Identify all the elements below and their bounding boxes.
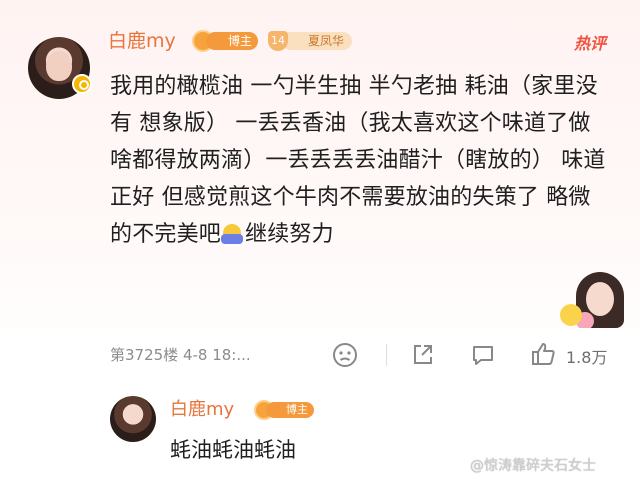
commenter-username[interactable]: 白鹿my	[108, 28, 176, 54]
comment-text-tail: 继续努力	[245, 222, 334, 247]
reply-fan-badge-label: 博主	[266, 402, 314, 418]
fan-badge: 博主	[192, 30, 262, 52]
reply-username[interactable]: 白鹿my	[170, 398, 234, 422]
level-badge: 夏凤华 14	[268, 31, 356, 51]
sticker-image[interactable]	[556, 268, 634, 328]
divider	[386, 344, 387, 366]
hot-comment-tag: 热评	[574, 34, 607, 53]
fan-badge-label: 博主	[206, 32, 258, 50]
reply-content: 蚝油蚝油蚝油	[170, 438, 296, 462]
level-badge-label: 夏凤华	[282, 32, 352, 50]
avatar-face	[46, 51, 72, 81]
comment-icon[interactable]	[470, 342, 496, 368]
like-count: 1.8万	[566, 348, 608, 367]
reply-fan-badge: 博主	[254, 400, 316, 420]
comment-text: 我用的橄榄油 一勺半生抽 半勺老抽 耗油（家里没有 想象版） 一丢丢香油（我太喜…	[110, 74, 606, 247]
reply-avatar[interactable]	[110, 396, 156, 442]
verified-badge-icon	[72, 74, 92, 94]
share-icon[interactable]	[410, 342, 436, 368]
watermark: @惊涛靠碎夫石女士	[470, 458, 596, 474]
level-number: 14	[268, 31, 288, 51]
emoji-icon	[221, 222, 245, 244]
comment-content: 我用的橄榄油 一勺半生抽 半勺老抽 耗油（家里没有 想象版） 一丢丢香油（我太喜…	[110, 68, 608, 253]
floor-and-time: 第3725楼 4-8 18:...	[110, 346, 251, 364]
thumbs-up-icon[interactable]	[530, 340, 558, 368]
emoji-react-icon[interactable]	[332, 342, 358, 368]
